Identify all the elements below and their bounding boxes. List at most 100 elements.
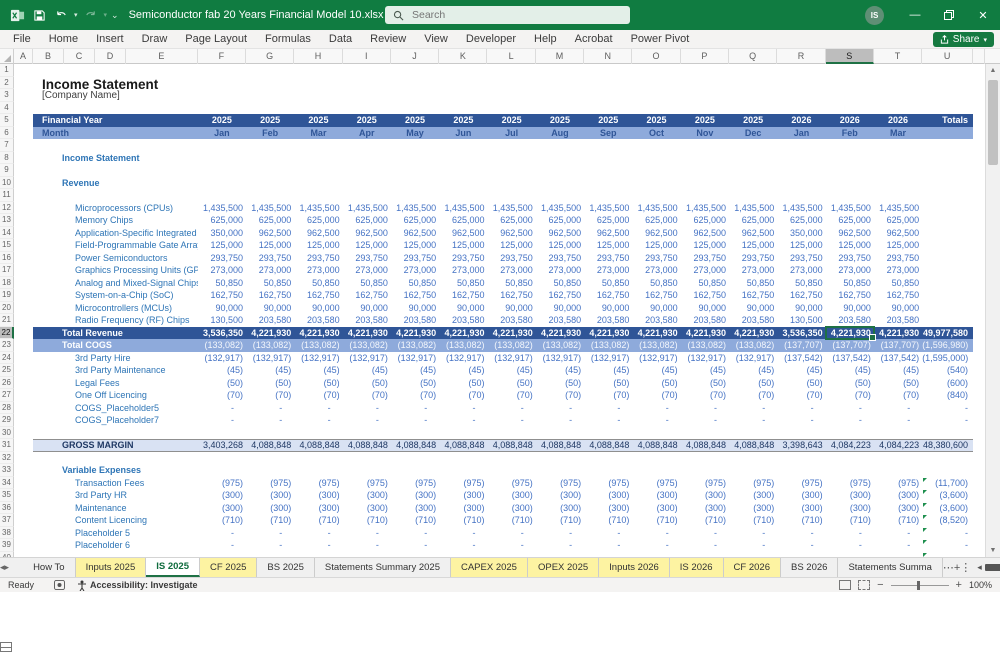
cell[interactable]: 125,000 — [826, 239, 874, 252]
cell[interactable]: 3,536,350 — [777, 327, 825, 340]
row-header-7[interactable]: 7 — [0, 139, 14, 152]
cell[interactable]: (45) — [874, 364, 922, 377]
cell[interactable]: 350,000 — [777, 227, 825, 240]
cell[interactable]: (975) — [632, 477, 680, 490]
cell-total[interactable]: 48,380,600 — [922, 439, 973, 452]
cell[interactable]: 273,000 — [632, 264, 680, 277]
search-input[interactable] — [410, 8, 594, 22]
tab-options-icon[interactable]: ⋮ — [960, 558, 971, 577]
cell[interactable]: 4,221,930 — [681, 327, 729, 340]
view-page-break-icon[interactable] — [858, 580, 871, 590]
cell[interactable]: 125,000 — [729, 239, 777, 252]
cell[interactable]: - — [681, 539, 729, 552]
cell[interactable]: 1,435,500 — [584, 202, 632, 215]
row-header-8[interactable]: 8 — [0, 151, 14, 164]
cell[interactable]: Apr — [343, 127, 391, 140]
cell[interactable]: (300) — [536, 489, 584, 502]
label-microcontrollers-mcus[interactable]: Microcontrollers (MCUs) — [33, 302, 198, 315]
cell[interactable]: (300) — [874, 502, 922, 515]
row-header-11[interactable]: 11 — [0, 189, 14, 202]
cell[interactable]: 50,850 — [584, 277, 632, 290]
cell[interactable]: 625,000 — [343, 214, 391, 227]
cell[interactable]: (975) — [343, 477, 391, 490]
cell[interactable]: - — [826, 402, 874, 415]
cell[interactable]: Oct — [632, 127, 680, 140]
hscroll-left-icon[interactable]: ◂ — [977, 562, 982, 573]
cell[interactable]: (710) — [729, 514, 777, 527]
cell[interactable]: 90,000 — [439, 302, 487, 315]
cell[interactable]: 203,580 — [294, 314, 342, 327]
cell[interactable]: (70) — [536, 389, 584, 402]
label-analog-and-mixed-signal-chips[interactable]: Analog and Mixed-Signal Chips — [33, 277, 198, 290]
row-header-23[interactable]: 23 — [0, 339, 14, 352]
cell[interactable]: - — [536, 539, 584, 552]
cell[interactable]: - — [246, 402, 294, 415]
row-header-25[interactable]: 25 — [0, 364, 14, 377]
select-all-button[interactable] — [0, 49, 14, 64]
cell[interactable]: 4,088,848 — [294, 439, 342, 452]
label-financial-year[interactable]: Financial Year — [33, 114, 198, 127]
cell[interactable]: 203,580 — [488, 314, 536, 327]
zoom-out-icon[interactable]: − — [877, 579, 883, 591]
cell[interactable]: (50) — [729, 377, 777, 390]
cell[interactable]: (300) — [632, 502, 680, 515]
label-one-off-licencing[interactable]: One Off Licencing — [33, 389, 198, 402]
label-placeholder-5[interactable]: Placeholder 5 — [33, 527, 198, 540]
cell[interactable]: (300) — [439, 489, 487, 502]
sheet-tab-is-2026[interactable]: IS 2026 — [669, 558, 724, 577]
cell[interactable]: (45) — [777, 364, 825, 377]
cell[interactable]: 203,580 — [681, 314, 729, 327]
cell[interactable]: 2025 — [729, 114, 777, 127]
row-header-21[interactable]: 21 — [0, 314, 14, 327]
zoom-in-icon[interactable]: + — [956, 579, 962, 591]
cell[interactable]: 625,000 — [198, 214, 246, 227]
cell[interactable]: 4,221,930 — [536, 327, 584, 340]
label-content-licencing[interactable]: Content Licencing — [33, 514, 198, 527]
sheet-tab-how-to[interactable]: How To — [23, 558, 76, 577]
cell[interactable]: 962,500 — [826, 227, 874, 240]
cell[interactable]: 1,435,500 — [343, 202, 391, 215]
cell[interactable]: (50) — [584, 377, 632, 390]
row-header-36[interactable]: 36 — [0, 501, 14, 514]
cell[interactable]: (975) — [826, 477, 874, 490]
cell[interactable]: - — [632, 402, 680, 415]
cell[interactable]: (45) — [584, 364, 632, 377]
ribbon-tab-review[interactable]: Review — [361, 30, 415, 49]
cell[interactable]: (137,707) — [777, 339, 825, 352]
sheet-tab-cf-2026[interactable]: CF 2026 — [723, 558, 781, 577]
cell[interactable]: (975) — [729, 477, 777, 490]
row-header-20[interactable]: 20 — [0, 301, 14, 314]
cell[interactable]: 625,000 — [632, 214, 680, 227]
cell[interactable]: 90,000 — [874, 302, 922, 315]
cell[interactable]: 2025 — [294, 114, 342, 127]
row-header-18[interactable]: 18 — [0, 276, 14, 289]
cell[interactable]: May — [391, 127, 439, 140]
cell[interactable]: 4,088,848 — [246, 439, 294, 452]
zoom-level[interactable]: 100% — [969, 580, 992, 590]
cell[interactable]: - — [488, 527, 536, 540]
cell[interactable]: 293,750 — [343, 252, 391, 265]
cell[interactable]: 962,500 — [632, 227, 680, 240]
sheet-tab-statements-summa[interactable]: Statements Summa — [838, 558, 943, 577]
cell[interactable]: 273,000 — [294, 264, 342, 277]
cell[interactable]: - — [681, 402, 729, 415]
cell[interactable]: - — [439, 414, 487, 427]
cell[interactable]: 50,850 — [439, 277, 487, 290]
cell[interactable]: 293,750 — [198, 252, 246, 265]
cell[interactable]: 962,500 — [294, 227, 342, 240]
ribbon-tab-draw[interactable]: Draw — [133, 30, 177, 49]
cell[interactable]: (975) — [439, 477, 487, 490]
cell[interactable]: 1,435,500 — [826, 202, 874, 215]
row-header-1[interactable]: 1 — [0, 64, 14, 77]
cell[interactable]: (975) — [777, 477, 825, 490]
cell[interactable]: 3,398,643 — [777, 439, 825, 452]
cell[interactable]: 962,500 — [343, 227, 391, 240]
cell[interactable]: (133,082) — [391, 339, 439, 352]
tab-nav-right-icon[interactable]: ▸ — [5, 558, 10, 577]
cell[interactable]: - — [198, 527, 246, 540]
cell[interactable]: 4,221,930 — [343, 327, 391, 340]
cell[interactable]: 962,500 — [488, 227, 536, 240]
accessibility-status[interactable]: Accessibility: Investigate — [90, 580, 198, 590]
cell[interactable]: 2026 — [777, 114, 825, 127]
cell-total[interactable]: - — [922, 539, 973, 552]
